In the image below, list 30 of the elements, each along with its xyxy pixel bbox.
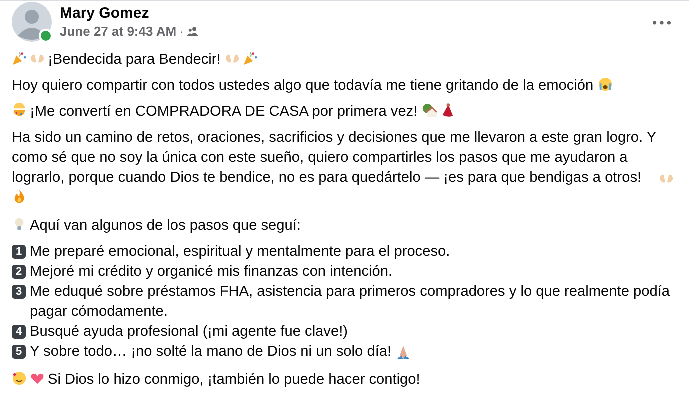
post-text: ¡Me convertí en COMPRADORA DE CASA por primera vez! — [30, 104, 418, 120]
smiling-face-with-hearts-icon — [12, 371, 27, 386]
heart-icon — [30, 371, 45, 386]
friends-icon[interactable] — [186, 27, 199, 36]
post-text: Ha sido un camino de retos, oraciones, sacrificios y decisiones que me llevaron a este gran logro. Y como sé que no soy la única con este sueño, quiero compartirles los pasos que me ayudaron a lograrlo, porque cuando Dios te bendice, no es para quedártelo — ¡es para que bendigas a otros! — [12, 129, 658, 188]
party-popper-icon — [12, 51, 27, 66]
steps-heading: Aquí van algunos de los pasos que seguí: — [30, 218, 301, 234]
keycap-number: 1 — [12, 245, 26, 259]
step-text: Mejoré mi crédito y organicé mis finanzas con intención. — [30, 263, 393, 282]
separator: · — [180, 23, 184, 40]
keycap-number: 4 — [12, 325, 26, 339]
step-text: Y sobre todo… ¡no solté la mano de Dios ni un solo día! — [30, 343, 392, 362]
keycap-number: 2 — [12, 265, 26, 279]
post-text: Hoy quiero compartir con todos ustedes algo que todavía me tiene gritando de la emoción — [12, 78, 594, 94]
fire-icon — [12, 189, 27, 204]
keycap-number: 3 — [12, 285, 26, 299]
post-timestamp[interactable]: June 27 at 9:43 AM — [60, 23, 177, 40]
post-text: Si Dios lo hizo conmigo, ¡también lo puede hacer contigo! — [48, 372, 420, 388]
step-text: Busqué ayuda profesional (¡mi agente fue clave!) — [30, 323, 348, 342]
author-name[interactable]: Mary Gomez — [60, 4, 150, 23]
step-text: Me eduqué sobre préstamos FHA, asistencia para primeros compradores y lo que realmente podía pagar cómodamente. — [30, 283, 672, 322]
more-options-icon[interactable] — [653, 21, 671, 25]
avatar-icon[interactable] — [12, 2, 52, 42]
house-with-tree-icon — [422, 103, 437, 118]
party-popper-icon — [242, 51, 258, 66]
confetti-ball-icon — [12, 103, 27, 118]
crying-face-icon — [598, 77, 613, 92]
post-title: ¡Bendecida para Bendecir! — [48, 52, 221, 68]
step-text: Me preparé emocional, espiritual y mentalmente para el proceso. — [30, 243, 450, 262]
keycap-number: 5 — [12, 345, 26, 359]
